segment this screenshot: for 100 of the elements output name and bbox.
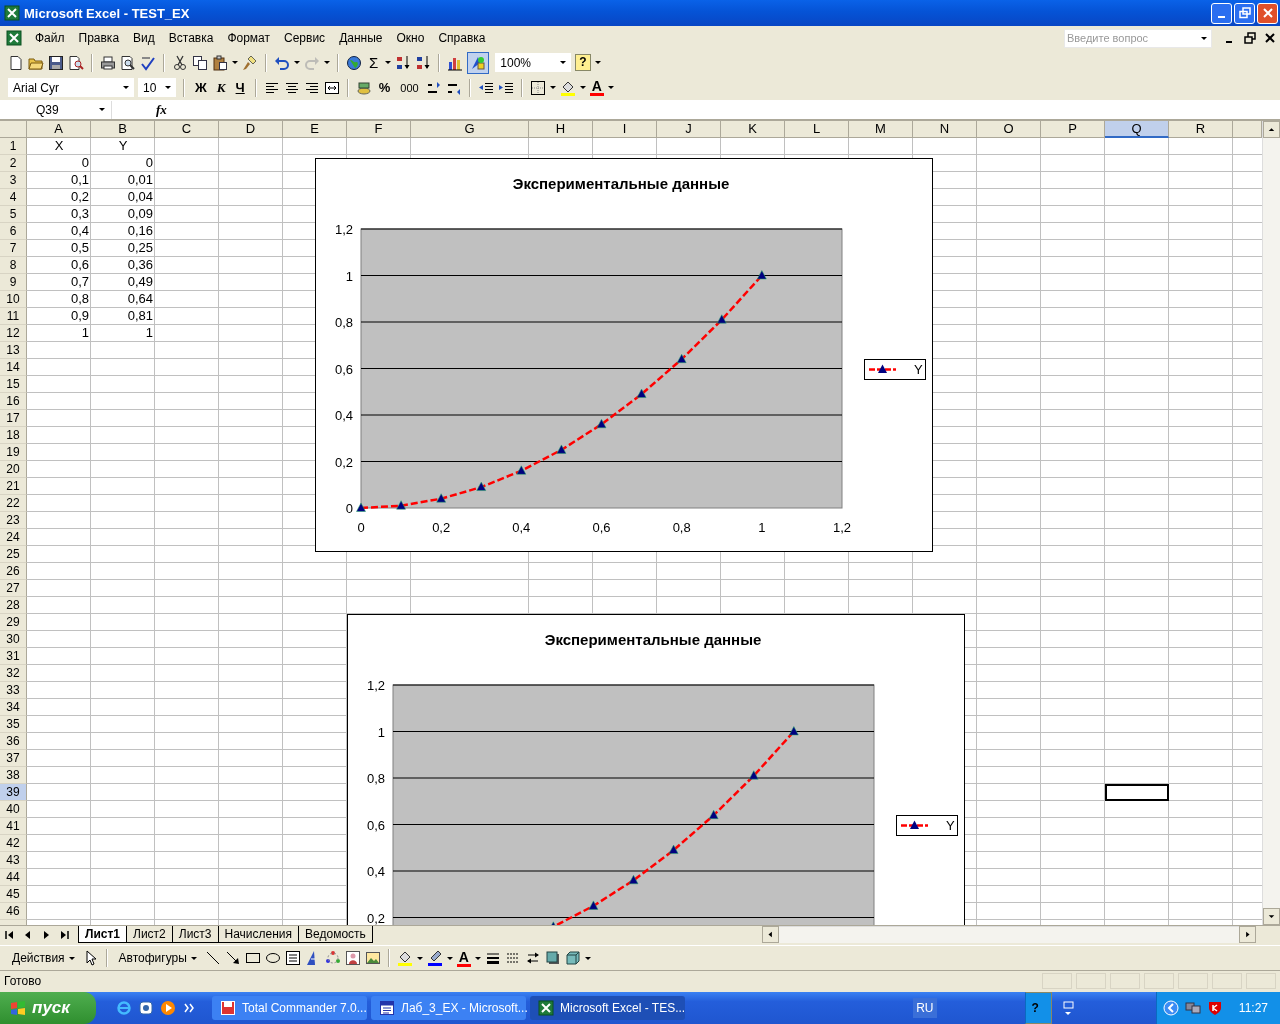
merge-center-icon[interactable] xyxy=(323,79,340,96)
row-header[interactable]: 9 xyxy=(0,274,27,291)
increase-decimal-icon[interactable] xyxy=(425,79,442,96)
zoom-dropdown[interactable]: 100% xyxy=(495,53,572,72)
menu-item[interactable]: Справка xyxy=(431,29,493,47)
windows-flag-icon[interactable] xyxy=(10,1000,26,1016)
sheet-tab[interactable]: Ведомость xyxy=(299,926,373,943)
row-header[interactable]: 23 xyxy=(0,512,27,529)
row-header[interactable]: 37 xyxy=(0,750,27,767)
picture-icon[interactable] xyxy=(364,950,381,966)
rectangle-icon[interactable] xyxy=(244,950,261,966)
menu-item[interactable]: Файл xyxy=(28,29,72,47)
percent-button[interactable]: % xyxy=(375,78,394,97)
row-header[interactable]: 5 xyxy=(0,206,27,223)
row-header[interactable]: 31 xyxy=(0,648,27,665)
row-header[interactable]: 44 xyxy=(0,869,27,886)
caret-icon[interactable] xyxy=(324,61,330,64)
borders-icon[interactable] xyxy=(529,79,546,96)
sum-button[interactable]: Σ xyxy=(366,53,382,72)
arrow-style-icon[interactable] xyxy=(525,950,541,966)
row-header[interactable]: 14 xyxy=(0,359,27,376)
row-header[interactable]: 43 xyxy=(0,852,27,869)
row-header[interactable]: 45 xyxy=(0,886,27,903)
caret-icon[interactable] xyxy=(165,86,171,89)
currency-icon[interactable] xyxy=(355,79,372,96)
print-preview-icon[interactable] xyxy=(120,54,136,71)
document-magnifier-icon[interactable] xyxy=(68,54,84,71)
row-header[interactable]: 6 xyxy=(0,223,27,240)
name-box[interactable]: Q39 xyxy=(0,100,112,119)
caret-icon[interactable] xyxy=(446,956,453,960)
taskbar-button[interactable]: Total Commander 7.0... xyxy=(212,996,367,1020)
row-header[interactable]: 20 xyxy=(0,461,27,478)
caret-icon[interactable] xyxy=(585,956,591,960)
network-icon[interactable] xyxy=(1184,1000,1201,1016)
column-header[interactable]: G xyxy=(411,121,529,138)
sort-descending-icon[interactable] xyxy=(415,54,432,71)
column-header[interactable]: O xyxy=(977,121,1041,138)
row-header[interactable]: 1 xyxy=(0,138,27,155)
row-header[interactable]: 32 xyxy=(0,665,27,682)
printer-icon[interactable] xyxy=(100,54,116,71)
row-header[interactable]: 30 xyxy=(0,631,27,648)
document-icon[interactable] xyxy=(379,1000,395,1016)
help-button[interactable]: ? xyxy=(575,54,591,71)
row-header[interactable]: 39 xyxy=(0,784,27,801)
row-header[interactable]: 27 xyxy=(0,580,27,597)
row-header[interactable]: 36 xyxy=(0,733,27,750)
caret-icon[interactable] xyxy=(475,956,481,960)
row-header[interactable]: 33 xyxy=(0,682,27,699)
row-header[interactable]: 7 xyxy=(0,240,27,257)
row-header[interactable]: 15 xyxy=(0,376,27,393)
caret-icon[interactable] xyxy=(1201,36,1207,40)
column-header[interactable]: R xyxy=(1169,121,1233,138)
row-header[interactable]: 22 xyxy=(0,495,27,512)
menu-item[interactable]: Вставка xyxy=(161,29,221,47)
paintbrush-icon[interactable] xyxy=(242,54,258,71)
media-player-icon[interactable] xyxy=(160,1000,176,1016)
row-header[interactable]: 28 xyxy=(0,597,27,614)
row-header[interactable]: 16 xyxy=(0,393,27,410)
caret-icon[interactable] xyxy=(190,956,197,960)
column-header[interactable]: L xyxy=(785,121,849,138)
browser-icon[interactable] xyxy=(116,1000,132,1016)
column-header[interactable]: J xyxy=(657,121,721,138)
mail-icon[interactable] xyxy=(138,1000,154,1016)
help-tray-icon[interactable]: ? xyxy=(1024,992,1052,1024)
spell-check-icon[interactable] xyxy=(140,54,156,71)
column-header[interactable]: B xyxy=(91,121,155,138)
sheet-tab[interactable]: Лист3 xyxy=(172,926,219,943)
new-document-icon[interactable] xyxy=(8,54,24,71)
sort-ascending-icon[interactable] xyxy=(395,54,412,71)
arrow-icon[interactable] xyxy=(224,950,241,966)
autoshapes-menu[interactable]: Автофигуры xyxy=(114,951,201,965)
column-header[interactable]: F xyxy=(347,121,411,138)
column-header[interactable]: K xyxy=(721,121,785,138)
column-header[interactable]: I xyxy=(593,121,657,138)
line-style-icon[interactable] xyxy=(485,950,501,966)
row-header[interactable]: 38 xyxy=(0,767,27,784)
caret-icon[interactable] xyxy=(123,86,129,89)
column-header[interactable]: N xyxy=(913,121,977,138)
row-header[interactable]: 34 xyxy=(0,699,27,716)
active-cell[interactable] xyxy=(1105,784,1169,801)
line-color-icon[interactable] xyxy=(426,950,443,966)
restore-icon[interactable] xyxy=(1242,30,1258,46)
clip-art-icon[interactable] xyxy=(344,950,361,966)
taskbar-button[interactable]: Лаб_3_EX - Microsoft... xyxy=(371,996,526,1020)
row-header[interactable]: 18 xyxy=(0,427,27,444)
3d-icon[interactable] xyxy=(565,950,581,966)
fill-color-icon[interactable] xyxy=(559,79,576,96)
row-header[interactable]: 2 xyxy=(0,155,27,172)
row-header[interactable]: 10 xyxy=(0,291,27,308)
thousands-button[interactable]: 000 xyxy=(397,78,422,97)
ellipse-icon[interactable] xyxy=(264,950,281,966)
caret-icon[interactable] xyxy=(232,61,238,64)
sheet-tab[interactable]: Лист2 xyxy=(127,926,173,943)
row-header[interactable]: 35 xyxy=(0,716,27,733)
row-header[interactable]: 8 xyxy=(0,257,27,274)
caret-icon[interactable] xyxy=(99,108,105,111)
caret-icon[interactable] xyxy=(549,86,556,89)
dash-style-icon[interactable] xyxy=(505,950,521,966)
clipboard-icon[interactable] xyxy=(212,54,228,71)
copy-icon[interactable] xyxy=(192,54,208,71)
